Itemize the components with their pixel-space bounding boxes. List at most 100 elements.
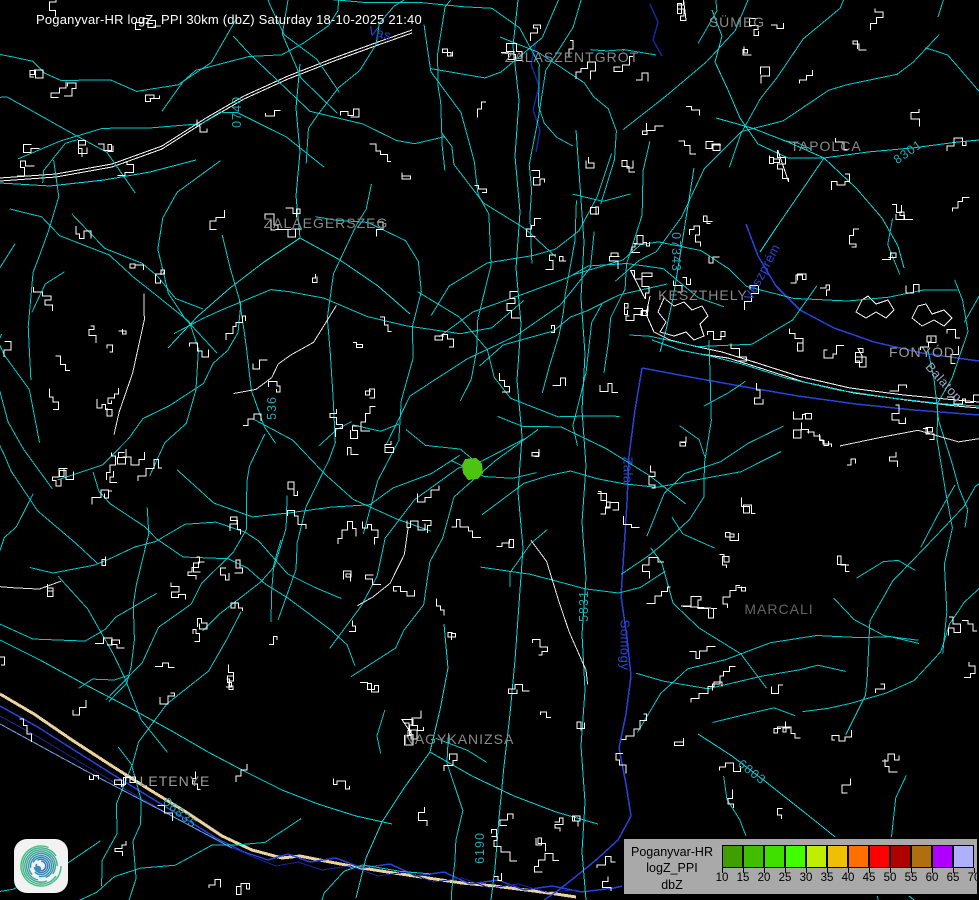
village-outline [338,522,356,544]
village-outline [719,763,740,771]
village-outline [761,67,770,84]
map-line [803,582,979,711]
map-line [174,290,524,334]
village-outline [347,448,358,456]
map-line [636,665,846,689]
village-outline [755,383,763,404]
village-outline [30,70,43,78]
village-outline [24,145,40,153]
map-line [646,296,979,402]
village-outline [723,585,740,608]
village-outline [192,772,200,790]
dbz-color-scale: 10152025303540455055606570 [720,839,977,894]
village-outline [847,459,856,465]
village-outline [921,336,936,350]
village-outline [947,329,960,338]
village-outline [708,331,726,339]
village-outline [437,599,444,616]
village-outline [193,629,199,641]
village-outline [820,285,830,296]
village-outline [626,308,642,320]
legend-color-cell [722,845,743,868]
map-line [576,130,586,900]
village-outline [443,49,453,57]
map-line [438,0,506,171]
map-line [680,426,705,457]
village-outline [890,452,898,467]
village-outline [875,684,884,693]
map-line [0,19,236,92]
village-outline [17,161,35,176]
village-outline [952,198,969,212]
legend-color-cell [869,845,890,868]
legend-color-cell [953,845,974,868]
village-outline [555,818,563,832]
radar-map-canvas [0,0,979,900]
map-line [783,140,811,149]
village-outline [313,274,318,283]
map-line [0,33,412,181]
village-outline [743,47,752,55]
village-outline [108,388,119,403]
village-outline [631,270,652,299]
village-outline [408,727,424,739]
map-line [442,133,556,257]
village-outline [636,73,648,82]
village-outline [363,522,378,545]
map-line [824,158,904,268]
village-outline [265,110,280,116]
map-line [652,340,979,406]
village-outline [632,236,643,253]
village-outline [527,219,542,237]
map-line [0,160,196,186]
map-line [531,540,588,684]
map-line [0,334,52,489]
village-outline [890,385,907,391]
village-outline [643,123,664,135]
village-outline [236,764,247,782]
village-outline [962,621,977,632]
village-outline [130,264,143,270]
legend-tick-label: 20 [758,872,771,884]
village-outline [832,730,851,741]
village-outline [360,682,379,692]
radar-title: Poganyvar-HR logZ_PPI 30km (dbZ) Saturda… [36,12,422,27]
village-outline [494,873,502,881]
village-outline [231,601,243,611]
map-line [386,232,594,446]
village-outline [145,95,159,101]
village-outline [49,388,58,409]
village-outline [365,389,374,398]
village-outline [778,150,789,182]
village-outline [97,399,112,416]
map-line [672,517,715,548]
map-line [0,428,97,564]
village-outline [622,160,635,172]
village-outline [783,727,800,738]
village-outline [115,841,126,856]
village-outline [4,342,11,358]
village-outline [600,384,618,393]
legend-station: Poganyvar-HR [624,844,720,860]
village-outline [923,428,934,440]
map-line [430,624,448,752]
map-line [0,593,157,641]
map-line [357,527,408,606]
village-outline [418,486,439,502]
village-outline [197,619,207,629]
village-outline [475,186,487,193]
village-outline [586,157,594,168]
village-outline [947,138,966,151]
map-line [147,865,431,900]
village-outline [452,519,482,537]
village-outline [677,0,686,21]
legend-color-cell [932,845,953,868]
legend-color-cell [785,845,806,868]
map-line [28,160,59,380]
map-line [491,0,523,900]
legend-tick-label: 40 [842,872,855,884]
village-outline [706,142,721,151]
village-outline [577,722,584,730]
village-outline [104,491,112,498]
legend-tick-label: 30 [800,872,813,884]
